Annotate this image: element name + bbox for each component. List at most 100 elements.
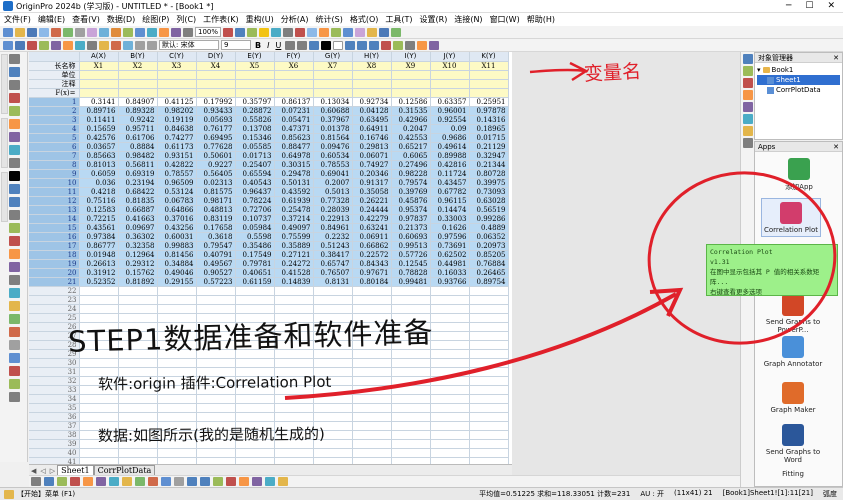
object-manager-close-icon[interactable]: ✕	[833, 54, 842, 62]
data-cell[interactable]: 0.48813	[196, 205, 236, 215]
data-cell[interactable]: 0.66862	[352, 241, 392, 251]
data-cell[interactable]: 0.15762	[118, 268, 158, 278]
data-cell[interactable]: 0.41663	[118, 214, 158, 224]
data-cell[interactable]: 0.21373	[391, 223, 431, 233]
empty-cell[interactable]	[391, 295, 431, 305]
rotate-icon[interactable]	[70, 477, 80, 486]
empty-cell[interactable]	[235, 286, 275, 296]
data-cell[interactable]: 0.06911	[352, 232, 392, 242]
data-cell[interactable]: 0.86777	[79, 241, 119, 251]
empty-cell[interactable]	[79, 286, 119, 296]
empty-cell[interactable]	[469, 322, 509, 332]
empty-cell[interactable]	[430, 376, 470, 386]
data-cell[interactable]: 0.20346	[352, 169, 392, 179]
data-cell[interactable]: 0.98228	[391, 169, 431, 179]
contour-icon[interactable]	[87, 40, 97, 50]
empty-cell[interactable]	[157, 457, 197, 464]
empty-cell[interactable]	[352, 421, 392, 431]
data-cell[interactable]: 0.81575	[196, 187, 236, 197]
menu-item[interactable]: 工具(T)	[385, 14, 412, 25]
data-cell[interactable]: 0.45876	[391, 196, 431, 206]
insert-table-icon[interactable]	[9, 314, 20, 324]
data-cell[interactable]: 0.80184	[352, 277, 392, 287]
data-cell[interactable]: 0.15346	[235, 133, 275, 143]
data-cell[interactable]: 0.26613	[79, 259, 119, 269]
meta-cell[interactable]: X8	[352, 61, 392, 71]
row-number[interactable]: 14	[29, 214, 80, 224]
data-cell[interactable]: 0.07231	[274, 106, 314, 116]
data-cell[interactable]: 0.81835	[118, 196, 158, 206]
empty-cell[interactable]	[313, 457, 353, 464]
mask-icon[interactable]	[252, 477, 262, 486]
meta-cell[interactable]	[313, 79, 353, 89]
data-cell[interactable]: 0.42553	[391, 133, 431, 143]
meta-cell[interactable]	[118, 70, 158, 80]
menu-item[interactable]: 格式(O)	[350, 14, 379, 25]
data-cell[interactable]: 0.14839	[274, 277, 314, 287]
data-cell[interactable]: 0.78557	[157, 169, 197, 179]
data-cell[interactable]: 0.40651	[235, 268, 275, 278]
row-label[interactable]: 单位	[29, 70, 80, 80]
data-cell[interactable]: 0.29478	[274, 169, 314, 179]
symbol-icon[interactable]	[429, 40, 440, 50]
duplicate-icon[interactable]	[135, 27, 145, 37]
data-cell[interactable]: 0.06071	[352, 151, 392, 161]
data-cell[interactable]: 0.12964	[118, 250, 158, 260]
data-cell[interactable]: 0.68422	[118, 187, 158, 197]
data-cell[interactable]: 0.72706	[235, 205, 275, 215]
data-cell[interactable]: 0.90527	[196, 268, 236, 278]
data-cell[interactable]: 0.40791	[196, 250, 236, 260]
data-cell[interactable]: 0.91317	[352, 178, 392, 188]
font-color-icon[interactable]	[321, 40, 332, 50]
data-cell[interactable]: 0.96001	[430, 106, 470, 116]
data-cell[interactable]: 0.85205	[469, 250, 509, 260]
empty-cell[interactable]	[157, 358, 197, 368]
data-cell[interactable]: 0.96509	[157, 178, 197, 188]
meta-cell[interactable]	[235, 79, 275, 89]
meta-cell[interactable]	[274, 88, 314, 98]
meta-cell[interactable]: X6	[274, 61, 314, 71]
data-cell[interactable]: 0.12545	[391, 259, 431, 269]
empty-cell[interactable]	[352, 457, 392, 464]
data-cell[interactable]: 0.89988	[430, 151, 470, 161]
data-cell[interactable]: 0.01713	[235, 151, 275, 161]
menu-item[interactable]: 统计(S)	[316, 14, 343, 25]
arrow-tool-icon[interactable]	[9, 184, 20, 194]
data-cell[interactable]: 0.05585	[235, 142, 275, 152]
data-cell[interactable]: 0.66887	[118, 205, 158, 215]
data-cell[interactable]: 0.81892	[118, 277, 158, 287]
empty-cell[interactable]	[430, 358, 470, 368]
empty-cell[interactable]	[352, 412, 392, 422]
meta-cell[interactable]	[196, 88, 236, 98]
set-values-icon[interactable]	[355, 27, 366, 37]
row-number[interactable]: 22	[29, 286, 80, 296]
data-cell[interactable]: 0.77628	[196, 142, 236, 152]
select-all-corner[interactable]	[29, 52, 80, 62]
empty-cell[interactable]	[274, 286, 314, 296]
meta-cell[interactable]	[157, 70, 197, 80]
data-cell[interactable]: 0.63241	[352, 223, 392, 233]
data-cell[interactable]: 0.16033	[430, 268, 470, 278]
data-cell[interactable]: 0.40543	[235, 178, 275, 188]
empty-cell[interactable]	[430, 403, 470, 413]
empty-cell[interactable]	[430, 394, 470, 404]
data-cell[interactable]: 0.9686	[430, 133, 470, 143]
empty-cell[interactable]	[469, 286, 509, 296]
pie-plot-icon[interactable]	[63, 40, 73, 50]
empty-cell[interactable]	[469, 421, 509, 431]
column-header[interactable]: J(Y)	[430, 52, 470, 62]
empty-cell[interactable]	[430, 430, 470, 440]
data-cell[interactable]: 0.79547	[196, 241, 236, 251]
data-cell[interactable]: 0.81013	[79, 160, 119, 170]
line-width-icon[interactable]	[405, 40, 416, 50]
menu-item[interactable]: 窗口(W)	[490, 14, 520, 25]
refresh-icon[interactable]	[123, 27, 133, 37]
empty-cell[interactable]	[391, 358, 431, 368]
meta-cell[interactable]	[196, 70, 236, 80]
data-cell[interactable]: 0.56405	[196, 169, 236, 179]
rescale-icon[interactable]	[247, 27, 258, 37]
font-select[interactable]: 默认: 宋体	[159, 40, 219, 50]
data-cell[interactable]: 0.99286	[469, 214, 509, 224]
data-cell[interactable]: 0.28872	[235, 106, 275, 116]
empty-cell[interactable]	[196, 394, 236, 404]
